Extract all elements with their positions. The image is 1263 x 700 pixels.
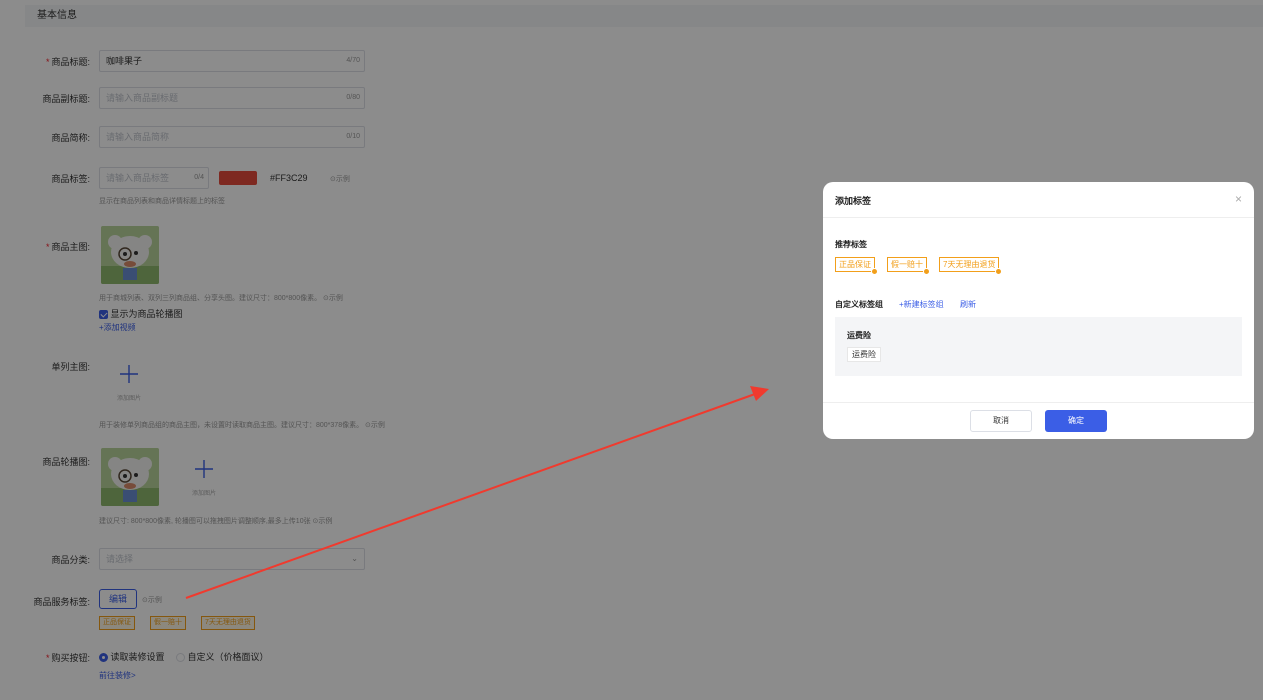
tag-group-name: 运费险 <box>847 331 871 340</box>
recommended-tag[interactable]: 正品保证 <box>835 257 878 275</box>
dialog-title: 添加标签 <box>835 196 872 206</box>
new-tag-group-link[interactable]: +新建标签组 <box>899 299 944 310</box>
custom-group-title: 自定义标签组 <box>835 300 883 309</box>
tag-group-box: 运费险 运费险 <box>835 317 1242 376</box>
dialog-header: 添加标签 × <box>823 182 1254 218</box>
custom-tag[interactable]: 运费险 <box>847 347 881 362</box>
tag-check-icon <box>923 268 930 275</box>
tag-check-icon <box>995 268 1003 275</box>
confirm-button[interactable]: 确定 <box>1045 410 1107 432</box>
dialog-footer: 取消 确定 <box>823 402 1254 439</box>
tag-check-icon <box>871 268 878 275</box>
close-icon[interactable]: × <box>1235 192 1242 206</box>
recommended-title: 推荐标签 <box>835 240 867 249</box>
cancel-button[interactable]: 取消 <box>970 410 1032 432</box>
refresh-link[interactable]: 刷新 <box>960 299 976 310</box>
add-tag-dialog: 添加标签 × 推荐标签 正品保证 假一赔十 7天无理由退货 自定义标签组 +新建… <box>823 182 1254 439</box>
recommended-tag[interactable]: 7天无理由退货 <box>939 257 1003 275</box>
recommended-tag[interactable]: 假一赔十 <box>887 257 930 275</box>
